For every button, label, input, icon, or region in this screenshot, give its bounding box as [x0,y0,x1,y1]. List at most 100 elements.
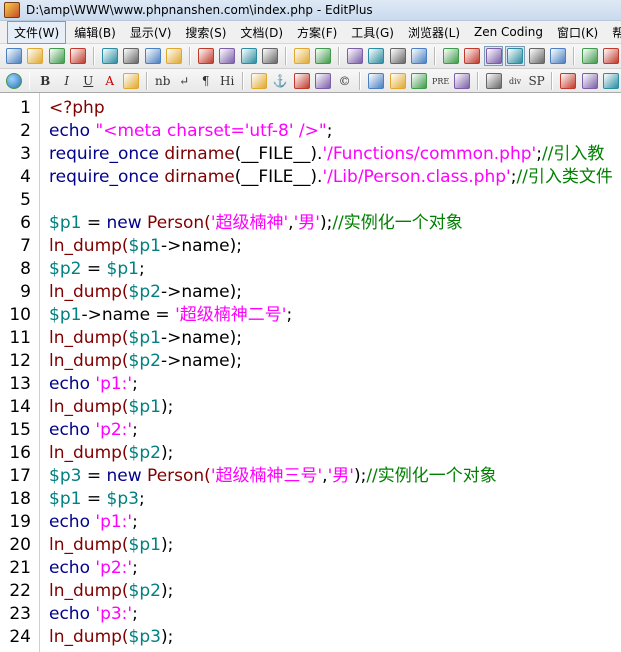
column-select-button[interactable] [527,46,547,66]
code-line[interactable]: ln_dump($p2->name); [49,281,621,304]
text-box-button[interactable] [484,71,504,91]
break-button[interactable] [452,71,472,91]
find-icon [346,48,363,64]
code-line[interactable]: ln_dump($p2); [49,442,621,465]
save-button[interactable] [47,46,67,66]
undo-button[interactable] [292,46,312,66]
edit-button[interactable] [558,71,578,91]
code-line[interactable] [49,189,621,212]
ftp-upload-button[interactable] [164,46,184,66]
code-line[interactable]: ln_dump($p3); [49,626,621,649]
heading-button[interactable]: Hi [217,71,237,91]
spellcheck-button[interactable] [143,46,163,66]
code-line[interactable]: $p1 = $p3; [49,488,621,511]
code-line[interactable]: echo 'p1:'; [49,373,621,396]
goto-line-icon [411,48,428,64]
menu-item-0[interactable]: 文件(W) [7,20,67,44]
code-line[interactable]: $p1 = new Person('超级楠神','男');//实例化一个对象 [49,212,621,235]
new-file-button[interactable] [4,46,24,66]
menu-item-10[interactable]: 帮助(H) [606,22,621,43]
code-line[interactable]: echo 'p3:'; [49,603,621,626]
code-line[interactable]: ln_dump($p1->name); [49,235,621,258]
word-wrap-button[interactable] [483,46,504,66]
menu-item-9[interactable]: 窗口(K) [551,22,604,43]
paste-button[interactable] [239,46,259,66]
bold-button[interactable]: B [35,71,55,91]
code-line[interactable]: echo 'p2:'; [49,557,621,580]
code-line[interactable]: ln_dump($p1->name); [49,327,621,350]
font-color-icon: A [105,74,115,88]
span-button[interactable]: SP [527,71,547,91]
code-line[interactable]: echo 'p1:'; [49,511,621,534]
code-line[interactable]: <?php [49,97,621,120]
goto-line-button[interactable] [409,46,429,66]
div-button[interactable]: div [505,71,525,91]
code-line[interactable]: require_once dirname(__FILE__).'/Functio… [49,143,621,166]
list-button[interactable] [409,71,429,91]
code-area[interactable]: <?php echo "<meta charset='utf-8' />"; req… [40,93,621,652]
italic-button[interactable]: I [57,71,77,91]
table-button[interactable] [366,71,386,91]
pre-button[interactable]: PRE [431,71,451,91]
code-token-function: Person( [147,466,211,486]
image-button[interactable] [249,71,269,91]
menu-item-8[interactable]: Zen Coding [468,23,549,41]
menu-item-2[interactable]: 显示(V) [124,22,178,43]
paragraph-button[interactable]: ¶ [196,71,216,91]
code-line[interactable]: $p2 = $p1; [49,258,621,281]
menu-item-1[interactable]: 编辑(B) [68,22,122,43]
redo-button[interactable] [313,46,333,66]
menu-item-6[interactable]: 工具(G) [345,22,400,43]
find-in-files-button[interactable] [388,46,408,66]
underline-button[interactable]: U [78,71,98,91]
comment-button[interactable] [313,71,333,91]
browser-button[interactable] [4,71,24,91]
code-line[interactable]: $p3 = new Person('超级楠神三号','男');//实例化一个对象 [49,465,621,488]
horizontal-rule-button[interactable] [292,71,312,91]
menu-item-5[interactable]: 方案(F) [291,22,343,43]
delete-button[interactable] [260,46,280,66]
open-file-button[interactable] [26,46,46,66]
menu-item-3[interactable]: 搜索(S) [179,22,232,43]
color-palette-button[interactable] [121,71,141,91]
print-button[interactable] [121,46,141,66]
menu-item-4[interactable]: 文档(D) [234,22,289,43]
line-number: 23 [9,604,31,624]
misc-button[interactable] [601,71,621,91]
line-break-button[interactable]: ↵ [174,71,194,91]
document-list-button[interactable] [580,46,600,66]
nbsp-icon: nb [154,74,171,88]
nbsp-button[interactable]: nb [153,71,173,91]
menu-item-7[interactable]: 浏览器(L) [402,22,466,43]
copy-button[interactable] [217,46,237,66]
print-preview-button[interactable] [100,46,120,66]
toolbar-separator [359,72,362,90]
copyright-button[interactable]: © [335,71,355,91]
code-editor[interactable]: 1 2 3 4 5 6 7 8 9 10 11 12 13 14 15 16 17 18 19 20 21 22 23 24 … [0,92,621,652]
output-window-button[interactable] [601,46,621,66]
eraser-button[interactable] [580,71,600,91]
line-number: 7 [20,236,31,256]
code-line[interactable]: echo "<meta charset='utf-8' />"; [49,120,621,143]
find-button[interactable] [345,46,365,66]
code-line[interactable]: ln_dump($p2); [49,580,621,603]
code-line[interactable]: ln_dump($p2->name); [49,350,621,373]
font-size-button[interactable] [441,46,461,66]
save-all-button[interactable] [69,46,89,66]
check-button[interactable] [548,46,568,66]
code-line[interactable]: ln_dump($p1); [49,534,621,557]
replace-button[interactable] [366,46,386,66]
code-line[interactable]: echo 'p2:'; [49,419,621,442]
code-token-keyword: require_once [49,144,165,164]
code-line[interactable]: require_once dirname(__FILE__).'/Lib/Per… [49,166,621,189]
anchor-button[interactable]: ⚓ [270,71,290,91]
cut-button[interactable] [196,46,216,66]
ruler-button[interactable] [505,46,525,66]
form-button[interactable] [388,71,408,91]
code-line[interactable]: $p1->name = '超级楠神二号'; [49,304,621,327]
font-color-button[interactable]: A [100,71,120,91]
code-line[interactable]: ln_dump($p1); [49,396,621,419]
code-token-operator: ; [132,558,138,578]
code-token-operator: ; [132,374,138,394]
hex-viewer-button[interactable] [462,46,482,66]
